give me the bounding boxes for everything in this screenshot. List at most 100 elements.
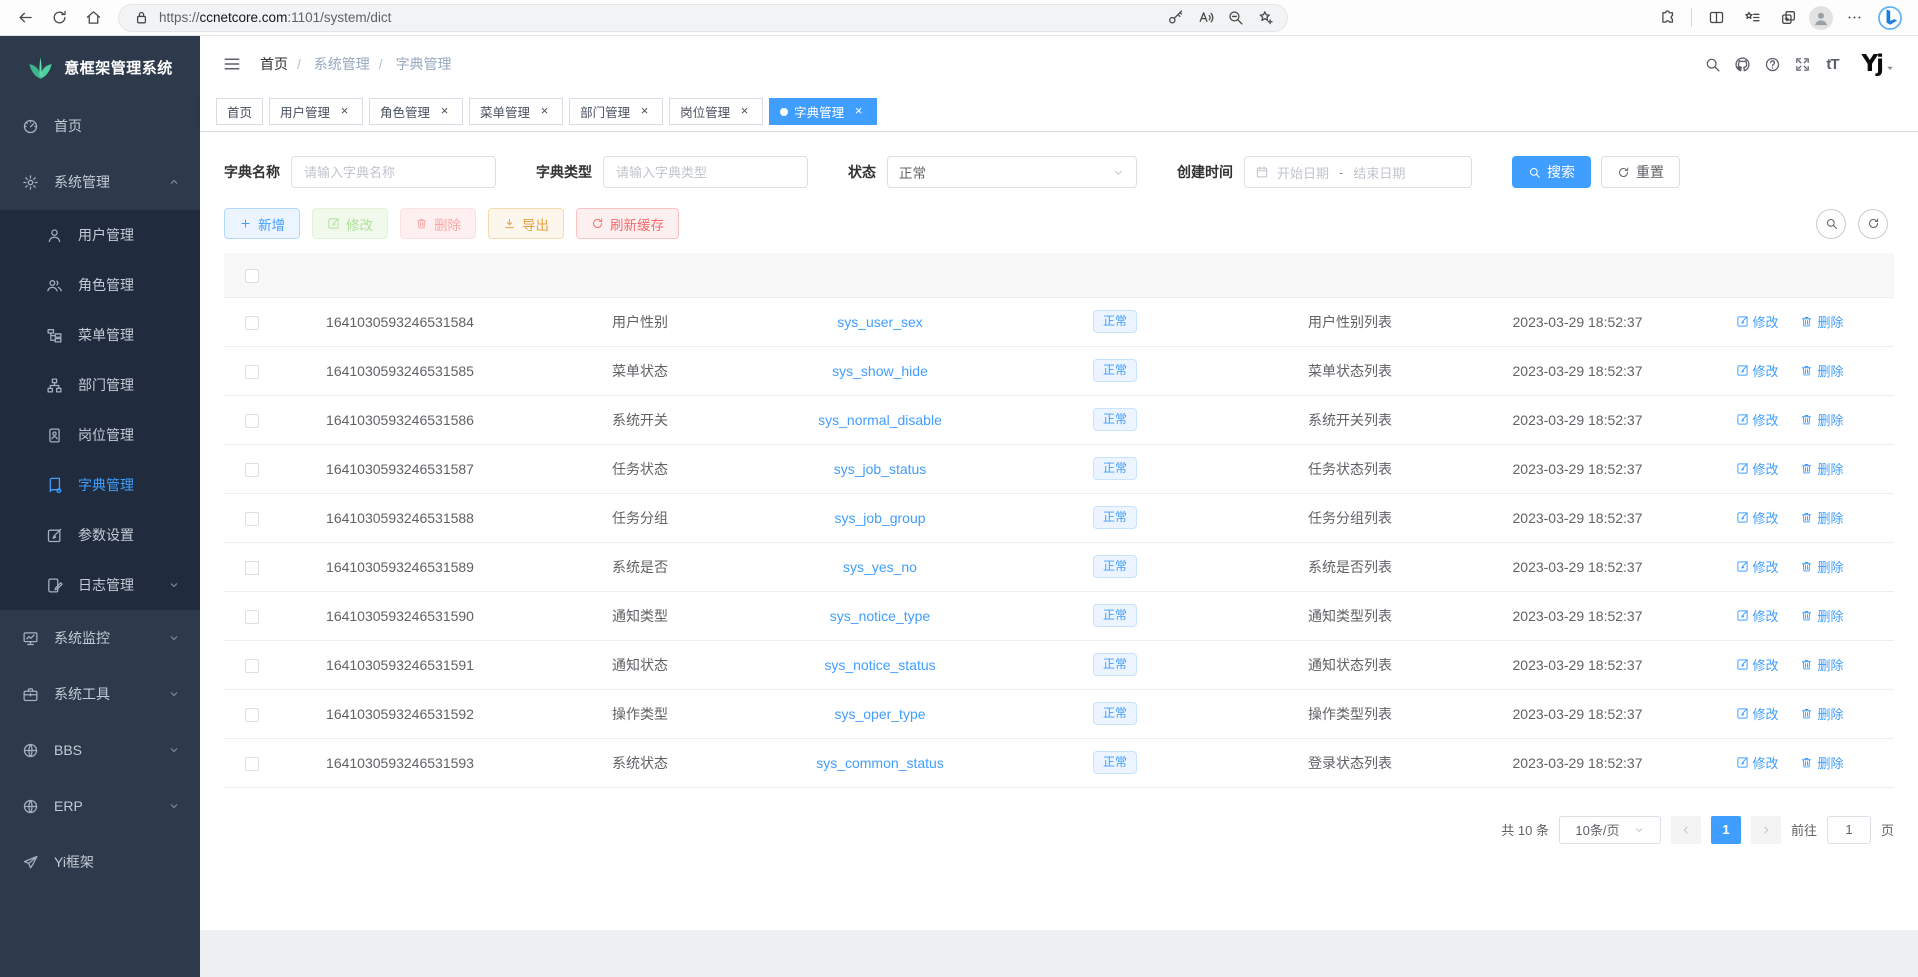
status-select[interactable]: 正常 (887, 156, 1137, 188)
refresh-table-button[interactable] (1858, 209, 1888, 239)
row-edit-button[interactable]: 修改 (1736, 312, 1779, 331)
toolbar-button-修改[interactable]: 修改 (312, 208, 388, 239)
row-checkbox[interactable] (245, 316, 259, 330)
dict-type-link[interactable]: sys_yes_no (843, 559, 917, 575)
sidebar-toggle-icon[interactable] (222, 54, 242, 74)
row-delete-button[interactable]: 删除 (1800, 704, 1843, 723)
tab-close-icon[interactable]: × (337, 104, 352, 119)
row-edit-button[interactable]: 修改 (1736, 606, 1779, 625)
row-delete-button[interactable]: 删除 (1800, 410, 1843, 429)
reset-button[interactable]: 重置 (1601, 156, 1680, 188)
row-delete-button[interactable]: 删除 (1800, 459, 1843, 478)
fullscreen-icon[interactable] (1787, 49, 1817, 79)
row-checkbox[interactable] (245, 414, 259, 428)
search-icon[interactable] (1697, 49, 1727, 79)
app-logo[interactable]: 意框架管理系统 (0, 36, 200, 98)
view-tab-部门管理[interactable]: 部门管理 × (569, 98, 663, 125)
sidebar-item-部门管理[interactable]: 部门管理 (0, 360, 200, 410)
sidebar-item-用户管理[interactable]: 用户管理 (0, 210, 200, 260)
dict-type-link[interactable]: sys_oper_type (834, 706, 925, 722)
back-button[interactable] (10, 3, 40, 33)
add-favorite-button[interactable] (1253, 6, 1277, 30)
row-edit-button[interactable]: 修改 (1736, 508, 1779, 527)
extensions-button[interactable] (1652, 3, 1682, 33)
page-size-select[interactable]: 10条/页 (1559, 816, 1661, 844)
dict-name-input[interactable] (291, 156, 496, 188)
prev-page-button[interactable] (1671, 816, 1701, 844)
view-tab-首页[interactable]: 首页 (216, 98, 263, 125)
toggle-search-button[interactable] (1816, 209, 1846, 239)
dict-type-link[interactable]: sys_show_hide (832, 363, 928, 379)
row-delete-button[interactable]: 删除 (1800, 655, 1843, 674)
sidebar-item-系统工具[interactable]: 系统工具 (0, 666, 200, 722)
lock-icon[interactable] (129, 6, 153, 30)
dict-type-link[interactable]: sys_notice_type (830, 608, 930, 624)
row-checkbox[interactable] (245, 561, 259, 575)
row-checkbox[interactable] (245, 365, 259, 379)
sidebar-item-字典管理[interactable]: 字典管理 (0, 460, 200, 510)
address-bar[interactable]: https://ccnetcore.com:1101/system/dict (118, 4, 1288, 32)
font-size-icon[interactable]: tT (1817, 49, 1847, 79)
dict-type-link[interactable]: sys_common_status (816, 755, 944, 771)
row-delete-button[interactable]: 删除 (1800, 557, 1843, 576)
tab-close-icon[interactable]: × (851, 104, 866, 119)
collections-button[interactable] (1737, 3, 1767, 33)
row-edit-button[interactable]: 修改 (1736, 655, 1779, 674)
view-tab-角色管理[interactable]: 角色管理 × (369, 98, 463, 125)
zoom-out-button[interactable] (1223, 6, 1247, 30)
sidebar-item-首页[interactable]: 首页 (0, 98, 200, 154)
row-edit-button[interactable]: 修改 (1736, 753, 1779, 772)
dict-type-link[interactable]: sys_normal_disable (818, 412, 942, 428)
sidebar-item-BBS[interactable]: BBS (0, 722, 200, 778)
duplicate-tab-button[interactable] (1773, 3, 1803, 33)
row-edit-button[interactable]: 修改 (1736, 704, 1779, 723)
toolbar-button-删除[interactable]: 删除 (400, 208, 476, 239)
view-tab-菜单管理[interactable]: 菜单管理 × (469, 98, 563, 125)
sidebar-item-系统管理[interactable]: 系统管理 (0, 154, 200, 210)
date-range-picker[interactable]: 开始日期 - 结束日期 (1244, 156, 1472, 188)
row-delete-button[interactable]: 删除 (1800, 312, 1843, 331)
tab-close-icon[interactable]: × (437, 104, 452, 119)
row-checkbox[interactable] (245, 512, 259, 526)
row-edit-button[interactable]: 修改 (1736, 459, 1779, 478)
dict-type-input[interactable] (603, 156, 808, 188)
row-checkbox[interactable] (245, 708, 259, 722)
row-edit-button[interactable]: 修改 (1736, 557, 1779, 576)
sidebar-item-角色管理[interactable]: 角色管理 (0, 260, 200, 310)
sidebar-item-ERP[interactable]: ERP (0, 778, 200, 834)
view-tab-字典管理[interactable]: 字典管理 × (769, 98, 877, 125)
tab-close-icon[interactable]: × (537, 104, 552, 119)
select-all-checkbox[interactable] (245, 269, 259, 283)
dict-type-link[interactable]: sys_job_status (834, 461, 927, 477)
row-delete-button[interactable]: 删除 (1800, 508, 1843, 527)
split-screen-button[interactable] (1701, 3, 1731, 33)
bing-chat-button[interactable] (1875, 3, 1905, 33)
sidebar-item-Yi框架[interactable]: Yi框架 (0, 834, 200, 890)
row-delete-button[interactable]: 删除 (1800, 361, 1843, 380)
sidebar-item-参数设置[interactable]: 参数设置 (0, 510, 200, 560)
row-delete-button[interactable]: 删除 (1800, 753, 1843, 772)
toolbar-button-导出[interactable]: 导出 (488, 208, 564, 239)
tab-close-icon[interactable]: × (737, 104, 752, 119)
profile-button[interactable] (1809, 6, 1833, 30)
sidebar-item-系统监控[interactable]: 系统监控 (0, 610, 200, 666)
dict-type-link[interactable]: sys_job_group (834, 510, 925, 526)
view-tab-岗位管理[interactable]: 岗位管理 × (669, 98, 763, 125)
search-button[interactable]: 搜索 (1512, 156, 1591, 188)
row-checkbox[interactable] (245, 463, 259, 477)
row-checkbox[interactable] (245, 757, 259, 771)
help-icon[interactable] (1757, 49, 1787, 79)
row-checkbox[interactable] (245, 659, 259, 673)
toolbar-button-刷新缓存[interactable]: 刷新缓存 (576, 208, 679, 239)
refresh-button[interactable] (44, 3, 74, 33)
toolbar-button-新增[interactable]: 新增 (224, 208, 300, 239)
row-edit-button[interactable]: 修改 (1736, 361, 1779, 380)
user-caret-down-icon[interactable] (1884, 62, 1896, 74)
password-key-button[interactable] (1163, 6, 1187, 30)
view-tab-用户管理[interactable]: 用户管理 × (269, 98, 363, 125)
sidebar-item-菜单管理[interactable]: 菜单管理 (0, 310, 200, 360)
dict-type-link[interactable]: sys_user_sex (837, 314, 923, 330)
sidebar-item-日志管理[interactable]: 日志管理 (0, 560, 200, 610)
row-edit-button[interactable]: 修改 (1736, 410, 1779, 429)
user-avatar[interactable]: Yj (1861, 51, 1882, 77)
